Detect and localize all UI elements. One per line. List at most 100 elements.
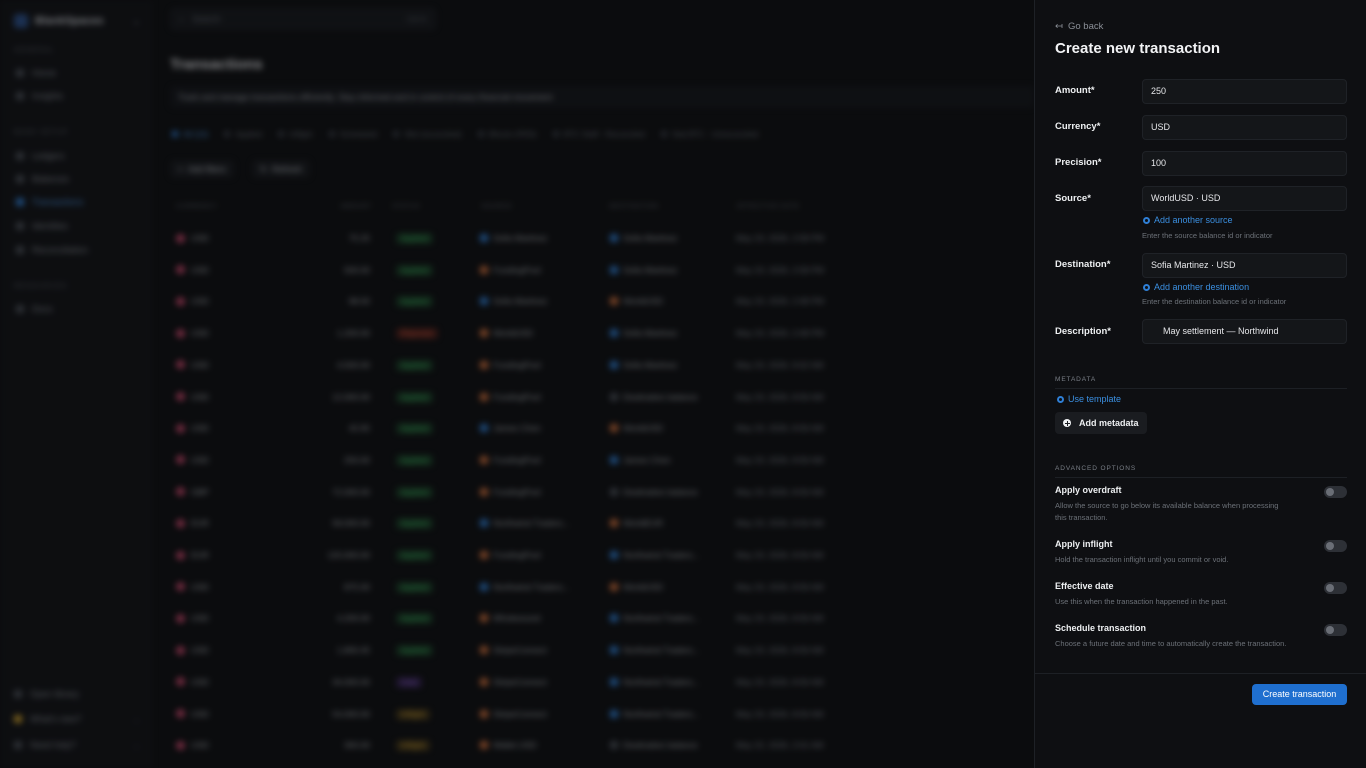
balance-icon <box>610 329 618 338</box>
status-badge: Applied <box>396 518 433 530</box>
metadata-heading: METADATA <box>1055 376 1347 389</box>
add-another-destination-link[interactable]: Add another destination <box>1143 282 1249 292</box>
destination-cell: Northwind Traders... <box>610 634 700 666</box>
source-input[interactable]: WorldUSD · USD <box>1142 186 1347 211</box>
tab-item[interactable]: Scheduled <box>328 126 377 142</box>
table-row[interactable]: EUR 58,000.00 Applied Northwind Traders... W… <box>170 507 860 539</box>
use-template-link[interactable]: Use template <box>1057 394 1121 404</box>
tab-item[interactable]: BTC Staff - Reconciled <box>552 126 645 142</box>
plus-circle-icon <box>1143 283 1150 291</box>
balance-icon <box>610 582 618 591</box>
plus-circle-icon <box>1063 419 1071 427</box>
apply-overdraft-description: Allow the source to go below its availab… <box>1055 501 1279 522</box>
sidebar-item-docs[interactable]: Docs <box>16 304 53 314</box>
tab-icon <box>393 131 400 137</box>
sidebar-item-reconciliation[interactable]: Reconciliation <box>16 245 88 255</box>
currency-cell: USD <box>176 349 209 381</box>
add-another-source-link[interactable]: Add another source <box>1143 215 1233 225</box>
table-row[interactable]: USD 250.00 Applied FundingPool James Chen May… <box>170 444 860 476</box>
destination-input[interactable]: Sofia Martinez · USD <box>1142 253 1347 278</box>
effective-date-cell: May 22, 2026, 2:01 AM <box>736 740 824 751</box>
amount-input[interactable]: 250 <box>1142 79 1347 104</box>
table-row[interactable]: USD 500.00 Applied FundingPool Sofia Martine… <box>170 254 860 286</box>
create-transaction-button[interactable]: Create transaction <box>1252 684 1347 705</box>
destination-name: Sofia Martinez <box>623 359 678 370</box>
tab-item[interactable]: Bitcoin (PEN) <box>477 126 537 142</box>
add-filters-button[interactable]: + Add filters <box>170 160 234 178</box>
apply-overdraft-toggle[interactable] <box>1324 486 1347 498</box>
description-input[interactable]: May settlement — Northwind <box>1142 319 1347 344</box>
sidebar-item-label: Docs <box>32 304 53 314</box>
source-cell: FundingPool <box>480 539 541 571</box>
table-row[interactable]: USD 54,000.00 Inflight StripeConnect Northwi… <box>170 698 860 730</box>
table-row[interactable]: GBP 72,000.00 Applied FundingPool Destinatio… <box>170 476 860 508</box>
refresh-button[interactable]: ↻ Refresh <box>252 160 310 178</box>
table-row[interactable]: USD 34,000.00 Void StripeConnect Northwind T… <box>170 666 860 698</box>
column-header-amount[interactable]: AMOUNT <box>340 203 372 210</box>
column-header-currency[interactable]: CURRENCY <box>176 203 218 210</box>
table-row[interactable]: USD 12,000.00 Applied FundingPool Destinatio… <box>170 381 860 413</box>
schedule-transaction-toggle[interactable] <box>1324 624 1347 636</box>
sidebar-item-ledgers[interactable]: Ledgers <box>16 151 65 161</box>
table-row[interactable]: USD 1,800.45 Applied StripeConnect Northwind… <box>170 634 860 666</box>
table-row[interactable]: EUR 120,000.00 Applied FundingPool Northwind… <box>170 539 860 571</box>
sidebar-item-insights[interactable]: Insights <box>16 91 63 101</box>
add-metadata-button[interactable]: Add metadata <box>1055 412 1147 434</box>
go-back-link[interactable]: ↤ Go back <box>1055 21 1103 32</box>
sidebar-item-home[interactable]: Home <box>16 68 56 78</box>
source-name: James Chen <box>493 423 541 434</box>
table-row[interactable]: USD 300.00 Inflight Wallet USD Destination b… <box>170 729 860 761</box>
plus-circle-icon <box>1057 395 1064 403</box>
destination-hint: Enter the destination balance id or indi… <box>1142 297 1287 306</box>
table-row[interactable]: USD 1,200.00 Rejected WorldUSD Sofia Martine… <box>170 317 860 349</box>
table-row[interactable]: USD 4,200.00 Applied Wholesound Northwind Tr… <box>170 602 860 634</box>
tab-item[interactable]: Stat BTC - Unreconciled <box>661 126 758 142</box>
effective-date-title: Effective date <box>1055 581 1114 591</box>
apply-inflight-toggle[interactable] <box>1324 540 1347 552</box>
effective-date-cell: May 23, 2026, 8:56 AM <box>736 454 824 465</box>
effective-date-toggle[interactable] <box>1324 582 1347 594</box>
status-badge: Applied <box>396 581 433 593</box>
currency-flag-icon <box>176 613 185 623</box>
table-row[interactable]: USD 4,500.00 Applied FundingPool Sofia Marti… <box>170 349 860 381</box>
destination-name: Sofia Martinez <box>623 264 678 275</box>
table-row[interactable]: USD 42.65 Applied James Chen WorldUSD May 23,… <box>170 412 860 444</box>
status-badge: Applied <box>396 296 433 308</box>
sidebar-item-label: Reconciliation <box>32 245 89 255</box>
sidebar-item-identities[interactable]: Identities <box>16 221 68 231</box>
precision-input[interactable]: 100 <box>1142 151 1347 176</box>
status-badge: Inflight <box>396 740 430 752</box>
add-metadata-label: Add metadata <box>1079 418 1139 428</box>
table-row[interactable]: USD 75.25 Applied Sofia Martinez Sofia Marti… <box>170 222 860 254</box>
tab-item[interactable]: Skit (reconciled) <box>393 126 462 142</box>
destination-name: Northwind Traders... <box>623 613 700 624</box>
app-root: BlankSpaces ⌄ GENERAL Home Insights BANK… <box>0 0 1366 768</box>
workspace-switcher[interactable]: BlankSpaces ⌄ <box>14 12 140 30</box>
column-header-status[interactable]: STATUS <box>392 203 420 210</box>
column-header-source[interactable]: SOURCE <box>481 203 512 210</box>
tab-item[interactable]: Inflight <box>278 126 313 142</box>
status-badge: Applied <box>396 613 433 625</box>
search-bar[interactable]: ⌕ Search Ctrl K <box>170 8 436 30</box>
currency-cell: USD <box>176 602 209 634</box>
source-cell: James Chen <box>480 412 541 444</box>
destination-cell: Northwind Traders... <box>610 666 700 698</box>
sidebar-item-balances[interactable]: Balances <box>16 174 69 184</box>
sidebar-whats-new[interactable]: What's new? ⌄ <box>14 714 140 724</box>
destination-cell: Destination balance <box>610 476 698 508</box>
tab-item[interactable]: Applied <box>224 126 262 142</box>
sidebar-item-transactions[interactable]: Transactions <box>16 197 83 207</box>
effective-date-cell: May 23, 2026, 2:58 PM <box>736 233 824 243</box>
tab-item[interactable]: All (10) <box>172 126 208 142</box>
column-header-destination[interactable]: DESTINATION <box>609 203 659 210</box>
destination-cell: Sofia Martinez <box>610 317 677 349</box>
column-header-effective-date[interactable]: EFFECTIVE DATE <box>737 203 800 210</box>
effective-date-cell: May 23, 2026, 8:56 AM <box>736 613 824 624</box>
table-row[interactable]: USD 875.00 Applied Northwind Traders... Worl… <box>170 571 860 603</box>
sidebar-need-help[interactable]: Need help? ⌄ <box>14 740 140 750</box>
sidebar-open-library[interactable]: Open library <box>14 689 140 699</box>
currency-code: GBP <box>191 486 209 497</box>
currency-input[interactable]: USD <box>1142 115 1347 140</box>
currency-flag-icon <box>176 582 185 592</box>
table-row[interactable]: USD 98.00 Applied Sofia Martinez WorldUSD May… <box>170 285 860 317</box>
